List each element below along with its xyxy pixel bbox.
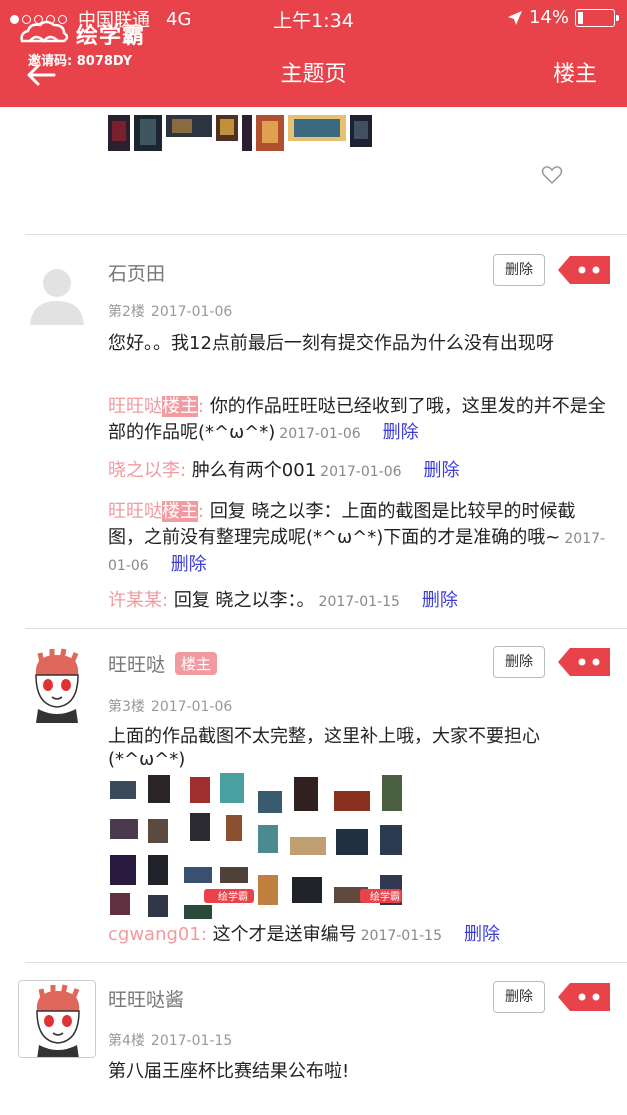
reply-text: 这个才是送审编号 [212, 924, 357, 945]
artwork-thumbnail[interactable] [108, 115, 130, 151]
like-heart-icon[interactable] [541, 165, 563, 185]
cartoon-avatar-icon [19, 981, 95, 1057]
report-tag-icon[interactable] [558, 646, 610, 678]
page-title: 主题页 [280, 62, 347, 87]
top-header: 中国联通 4G 上午1:34 14% 绘学霸 邀请码: 8078DY 主题页 楼… [0, 0, 627, 107]
reply-delete-link[interactable]: 删除 [424, 460, 460, 481]
reply-item[interactable]: 旺旺哒楼主: 回复 晓之以李：上面的截图是比较早的时候截图，之前没有整理完成呢(… [108, 499, 608, 579]
floor-info: 第4楼 2017-01-15 [108, 1030, 232, 1050]
post-date: 2017-01-06 [150, 304, 233, 320]
reply-text: 肿么有两个001 [191, 460, 317, 481]
reply-item[interactable]: 旺旺哒楼主: 你的作品旺旺哒已经收到了哦，这里发的并不是全部的作品呢(*^ω^*… [108, 394, 608, 447]
post-text: 您好。。我12点前最后一刻有提交作品为什么没有出现呀 [108, 333, 554, 354]
artwork-thumbnail[interactable] [350, 115, 372, 147]
floor-info: 第3楼 2017-01-06 [108, 696, 232, 716]
post-date: 2017-01-15 [150, 1033, 233, 1049]
floor-number: 第3楼 [108, 699, 145, 715]
reply-author[interactable]: 旺旺哒 [108, 501, 162, 522]
reply-delete-link[interactable]: 删除 [383, 422, 419, 443]
artwork-thumbnail[interactable] [288, 115, 346, 141]
post-text: 上面的作品截图不太完整，这里补上哦，大家不要担心(*^ω^*) [108, 726, 540, 770]
report-tag-icon[interactable] [558, 254, 610, 286]
reply-colon: : [180, 460, 187, 481]
divider [25, 628, 627, 629]
owner-badge: 楼主 [175, 652, 218, 675]
post-image-grid[interactable]: 绘学霸 绘学霸 [108, 771, 404, 919]
reply-author[interactable]: 旺旺哒 [108, 396, 162, 417]
reply-delete-link[interactable]: 删除 [422, 590, 458, 611]
watermark-text: 绘学霸 [218, 890, 248, 903]
delete-post-button[interactable]: 删除 [493, 981, 545, 1013]
thread-content[interactable]: 石页田 删除 第2楼 2017-01-06 您好。。我12点前最后一刻有提交作品为… [0, 107, 627, 1115]
artwork-thumbnail[interactable] [134, 115, 162, 151]
reply-owner-tag: 楼主 [162, 396, 198, 417]
delete-post-button[interactable]: 删除 [493, 646, 545, 678]
divider [25, 234, 627, 235]
reply-colon: : [198, 501, 205, 522]
previous-post-images[interactable] [108, 115, 372, 151]
reply-owner-tag: 楼主 [162, 501, 198, 522]
reply-item[interactable]: 许某某: 回复 晓之以李：。 2017-01-15 删除 [108, 588, 608, 615]
reply-colon: : [200, 924, 207, 945]
artwork-thumbnail[interactable] [256, 115, 284, 151]
reply-date: 2017-01-06 [279, 426, 361, 442]
post-username[interactable]: 石页田 [108, 259, 165, 286]
post-username-text[interactable]: 旺旺哒 [108, 654, 165, 676]
artwork-thumbnail[interactable] [216, 115, 238, 141]
reply-date: 2017-01-15 [318, 594, 400, 610]
floor-number: 第2楼 [108, 304, 145, 320]
status-right: 14% [507, 7, 619, 28]
reply-author[interactable]: 晓之以李 [108, 460, 180, 481]
report-tag-icon[interactable] [558, 981, 610, 1013]
battery-icon [575, 8, 619, 27]
reply-item[interactable]: cgwang01: 这个才是送审编号 2017-01-15 删除 [108, 922, 608, 949]
artwork-thumbnail[interactable] [166, 115, 212, 137]
avatar-default[interactable] [18, 255, 96, 333]
cartoon-avatar-icon [18, 645, 96, 723]
avatar-cartoon[interactable] [18, 645, 96, 723]
watermark-text: 绘学霸 [370, 890, 400, 903]
divider [25, 962, 627, 963]
reply-delete-link[interactable]: 删除 [171, 554, 207, 575]
avatar-cartoon[interactable] [18, 980, 96, 1058]
reply-delete-link[interactable]: 删除 [464, 924, 500, 945]
post-text: 第八届王座杯比赛结果公布啦! [108, 1061, 350, 1082]
artwork-grid-image[interactable]: 绘学霸 绘学霸 [108, 771, 404, 919]
post-username: 旺旺哒 楼主 [108, 650, 218, 677]
delete-post-button[interactable]: 删除 [493, 254, 545, 286]
reply-colon: : [162, 590, 169, 611]
reply-text: 回复 晓之以李：。 [173, 590, 315, 611]
reply-colon: : [198, 396, 205, 417]
reply-author[interactable]: 许某某 [108, 590, 162, 611]
post-date: 2017-01-06 [150, 699, 233, 715]
reply-author[interactable]: cgwang01 [108, 924, 201, 945]
reply-item[interactable]: 晓之以李: 肿么有两个001 2017-01-06 删除 [108, 458, 608, 485]
owner-only-button[interactable]: 楼主 [553, 56, 597, 88]
floor-number: 第4楼 [108, 1033, 145, 1049]
artwork-thumbnail[interactable] [242, 115, 252, 151]
floor-info: 第2楼 2017-01-06 [108, 301, 232, 321]
battery-percent: 14% [528, 7, 569, 28]
app-logo: 绘学霸 [18, 18, 145, 50]
reply-date: 2017-01-15 [360, 928, 442, 944]
logo-text: 绘学霸 [76, 24, 146, 49]
default-user-icon [30, 269, 84, 325]
logo-cloud-icon [20, 20, 69, 43]
post-username[interactable]: 旺旺哒酱 [108, 985, 184, 1012]
reply-date: 2017-01-06 [320, 464, 402, 480]
location-arrow-icon [507, 10, 522, 25]
